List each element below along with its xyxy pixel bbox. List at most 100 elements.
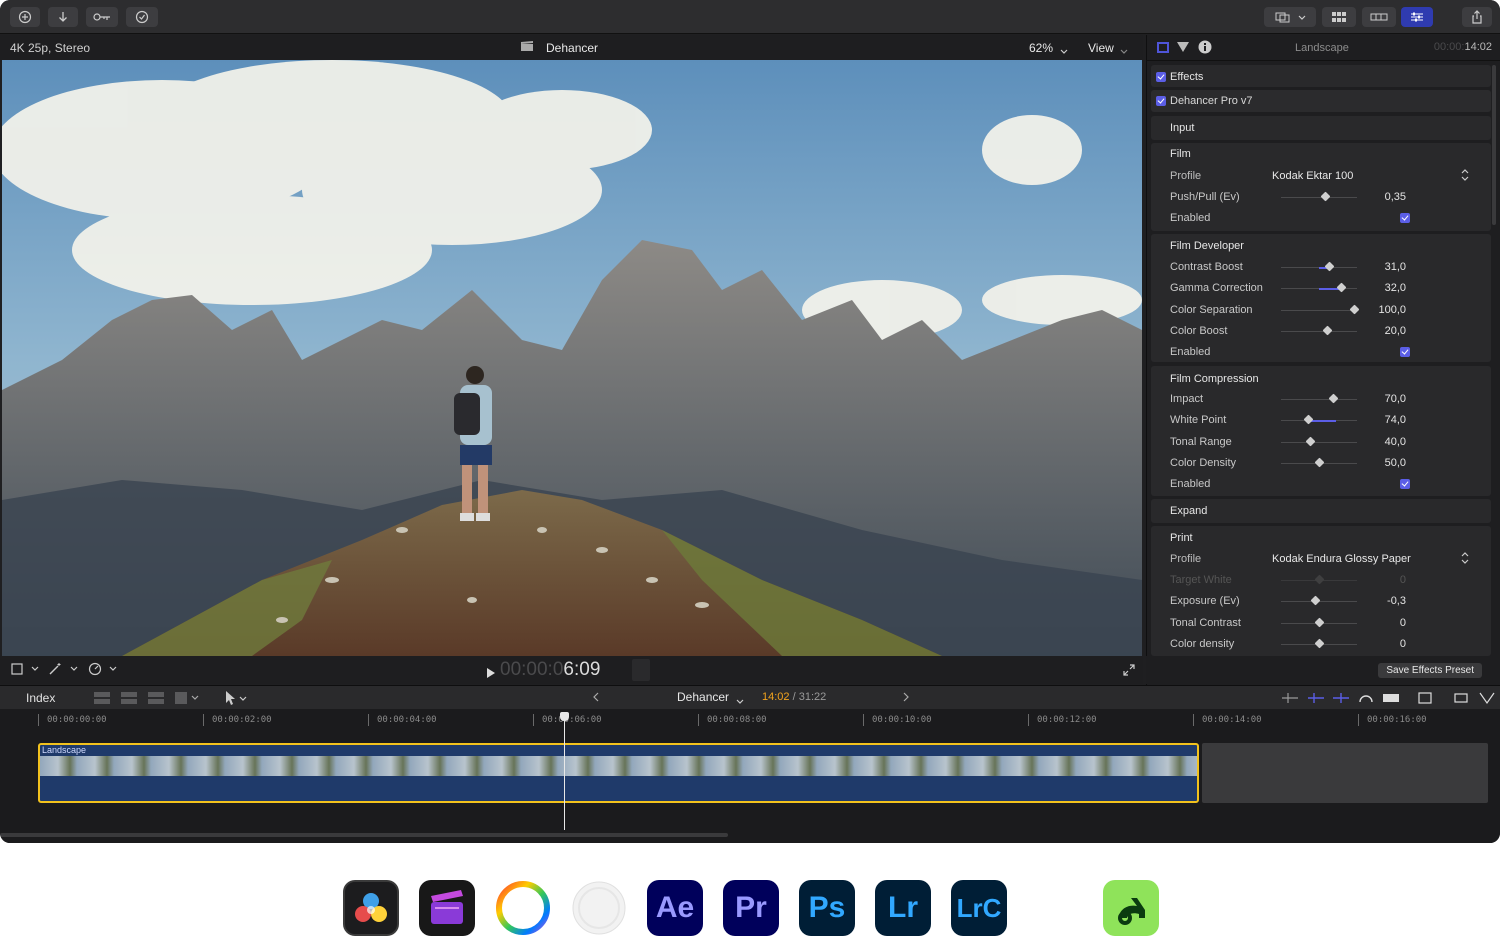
enabled-checkbox[interactable] (1400, 213, 1410, 224)
updown-chevron-icon[interactable] (1461, 552, 1469, 567)
clip-appearance-icons[interactable] (92, 690, 202, 709)
param-value[interactable]: -0,3 (1387, 595, 1406, 607)
viewer-header: 4K 25p, Stereo Dehancer 62% View (0, 35, 1143, 60)
zoom-level[interactable]: 62% (1029, 41, 1053, 55)
checkmark-icon[interactable] (126, 7, 158, 27)
enabled-checkbox[interactable] (1400, 347, 1410, 358)
back-arrow-icon[interactable] (592, 691, 600, 706)
param-slider[interactable] (1281, 304, 1360, 315)
param-value[interactable]: 0,35 (1385, 191, 1406, 203)
chevron-down-icon[interactable] (736, 694, 744, 708)
lightroom-classic-icon[interactable]: LrC (951, 880, 1007, 936)
project-name[interactable]: Dehancer (677, 690, 729, 704)
param-slider[interactable] (1281, 393, 1357, 404)
input-section[interactable] (1151, 116, 1491, 140)
param-slider[interactable] (1281, 261, 1357, 272)
param-value[interactable]: 20,0 (1385, 325, 1406, 337)
param-label: Contrast Boost (1170, 261, 1243, 273)
final-cut-pro-icon[interactable] (419, 880, 475, 936)
param-slider[interactable] (1281, 282, 1357, 293)
select-tool-icon[interactable] (224, 690, 250, 709)
filmstrip-icon[interactable] (1362, 7, 1396, 27)
ruler-label: 00:00:10:00 (863, 714, 932, 726)
param-slider[interactable] (1281, 574, 1357, 585)
param-slider[interactable] (1281, 325, 1357, 336)
param-row: Push/Pull (Ev) 0,35 (1154, 187, 1489, 208)
speed-icon[interactable] (88, 662, 122, 681)
chevron-down-icon[interactable] (1120, 44, 1128, 58)
param-label: Enabled (1170, 212, 1211, 225)
transform-icon[interactable] (10, 662, 40, 681)
color-wheel-icon[interactable] (495, 880, 551, 936)
print-profile-label: Profile (1170, 553, 1202, 565)
param-value[interactable]: 70,0 (1385, 393, 1406, 405)
lightroom-icon[interactable]: Lr (875, 880, 931, 936)
after-effects-icon[interactable]: Ae (647, 880, 703, 936)
param-row: Target White 0 (1154, 570, 1489, 591)
davinci-resolve-icon[interactable] (343, 880, 399, 936)
grid-view-icon[interactable] (1322, 7, 1356, 27)
param-slider[interactable] (1281, 595, 1357, 606)
play-icon[interactable] (486, 665, 496, 683)
clapper-icon (520, 40, 534, 55)
print-profile-select[interactable]: Kodak Endura Glossy Paper (1272, 553, 1411, 565)
index-button[interactable]: Index (26, 691, 55, 705)
film-profile-label: Profile (1170, 170, 1202, 182)
param-slider[interactable] (1281, 617, 1357, 628)
param-slider[interactable] (1281, 457, 1357, 468)
import-icon[interactable] (48, 7, 78, 27)
add-media-icon[interactable] (10, 7, 40, 27)
timeline-ruler[interactable]: 00:00:00:00 00:00:02:00 00:00:04:00 00:0… (0, 709, 1500, 731)
filter-icon[interactable] (1177, 42, 1189, 56)
param-value[interactable]: 32,0 (1385, 282, 1406, 294)
timeline-tool-icons[interactable] (1280, 690, 1495, 709)
enabled-checkbox[interactable] (1400, 479, 1410, 490)
effects-checkbox[interactable] (1156, 72, 1166, 82)
photoshop-icon[interactable]: Ps (799, 880, 855, 936)
info-icon[interactable] (1198, 40, 1212, 57)
param-label: Target White (1170, 574, 1232, 586)
param-value[interactable]: 50,0 (1385, 457, 1406, 469)
inspector-icon[interactable] (1401, 7, 1433, 27)
param-row: Contrast Boost 31,0 (1154, 257, 1489, 278)
affinity-icon[interactable] (1103, 880, 1159, 936)
timeline-header: Index Dehancer 14:02 / 31:22 (0, 685, 1500, 709)
chevron-down-icon[interactable] (1060, 44, 1068, 58)
film-profile-select[interactable]: Kodak Ektar 100 (1272, 170, 1353, 182)
premiere-pro-icon[interactable]: Pr (723, 880, 779, 936)
param-slider[interactable] (1281, 191, 1357, 202)
viewer-footer: 00:00:06:09 (0, 656, 1143, 684)
param-value[interactable]: 40,0 (1385, 436, 1406, 448)
param-value[interactable]: 74,0 (1385, 414, 1406, 426)
share-icon[interactable] (1462, 7, 1492, 27)
param-label: Tonal Contrast (1170, 616, 1241, 629)
effects-label: Effects (1170, 71, 1204, 83)
video-inspector-icon[interactable] (1156, 41, 1170, 57)
param-slider[interactable] (1281, 414, 1357, 425)
browser-toggle-icon[interactable] (1264, 7, 1316, 27)
magic-wand-icon[interactable] (48, 662, 82, 681)
fullscreen-icon[interactable] (1123, 663, 1135, 681)
updown-chevron-icon[interactable] (1461, 169, 1469, 184)
forward-arrow-icon[interactable] (902, 691, 910, 706)
plugin-checkbox[interactable] (1156, 96, 1166, 106)
timeline-scrollbar[interactable] (0, 833, 728, 837)
param-value[interactable]: 31,0 (1385, 261, 1406, 273)
viewer-title: Dehancer (546, 41, 599, 55)
param-value[interactable]: 100,0 (1378, 304, 1406, 316)
param-value[interactable]: 0 (1400, 638, 1406, 650)
save-effects-preset-button[interactable]: Save Effects Preset (1378, 663, 1482, 678)
keyword-icon[interactable] (86, 7, 118, 27)
view-menu[interactable]: View (1088, 41, 1114, 55)
timeline-position: 14:02 (762, 691, 790, 703)
param-slider[interactable] (1281, 638, 1357, 649)
param-value[interactable]: 0 (1400, 617, 1406, 629)
inspector-scrollbar[interactable] (1492, 65, 1496, 225)
video-clip[interactable]: Landscape (38, 743, 1199, 803)
param-value[interactable]: 0 (1400, 574, 1406, 586)
playhead[interactable] (560, 712, 569, 830)
app-window: 4K 25p, Stereo Dehancer 62% View 00:00:0… (0, 0, 1500, 843)
param-row: Enabled (1154, 208, 1489, 229)
param-slider[interactable] (1281, 436, 1357, 447)
white-circle-icon[interactable] (571, 880, 627, 936)
